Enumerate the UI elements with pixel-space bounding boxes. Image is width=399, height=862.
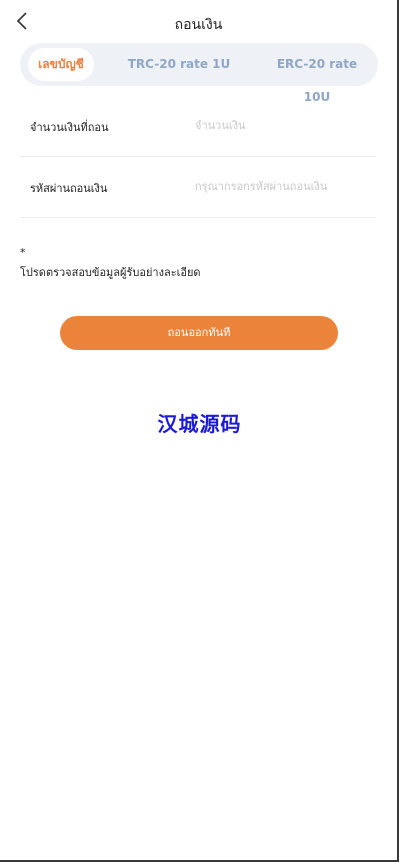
tab-trc20[interactable]: TRC-20 rate 1U: [126, 48, 232, 81]
tab-erc20[interactable]: ERC-20 rate 10U: [262, 48, 372, 104]
app-frame: ถอนเงิน เลขบัญชี TRC-20 rate 1U ERC-20 r…: [0, 0, 399, 862]
withdraw-password-input[interactable]: [195, 175, 365, 197]
password-row: รหัสผ่านถอนเงิน: [20, 157, 376, 218]
watermark-text: 汉城源码: [157, 412, 242, 436]
amount-row: จำนวนเงินที่ถอน: [20, 96, 376, 157]
amount-input[interactable]: [195, 114, 365, 136]
amount-label: จำนวนเงินที่ถอน: [30, 121, 109, 134]
note-text: โปรดตรวจสอบข้อมูลผู้รับอย่างละเอียด: [20, 266, 201, 279]
tab-bank-account[interactable]: เลขบัญชี: [28, 48, 94, 81]
header: ถอนเงิน: [0, 0, 397, 44]
password-label: รหัสผ่านถอนเงิน: [30, 182, 108, 195]
note-asterisk: *: [20, 246, 26, 259]
withdraw-now-button[interactable]: ถอนออกทันที: [60, 316, 338, 350]
tab-bar: เลขบัญชี TRC-20 rate 1U ERC-20 rate 10U: [20, 43, 378, 104]
page-title: ถอนเงิน: [174, 17, 223, 33]
